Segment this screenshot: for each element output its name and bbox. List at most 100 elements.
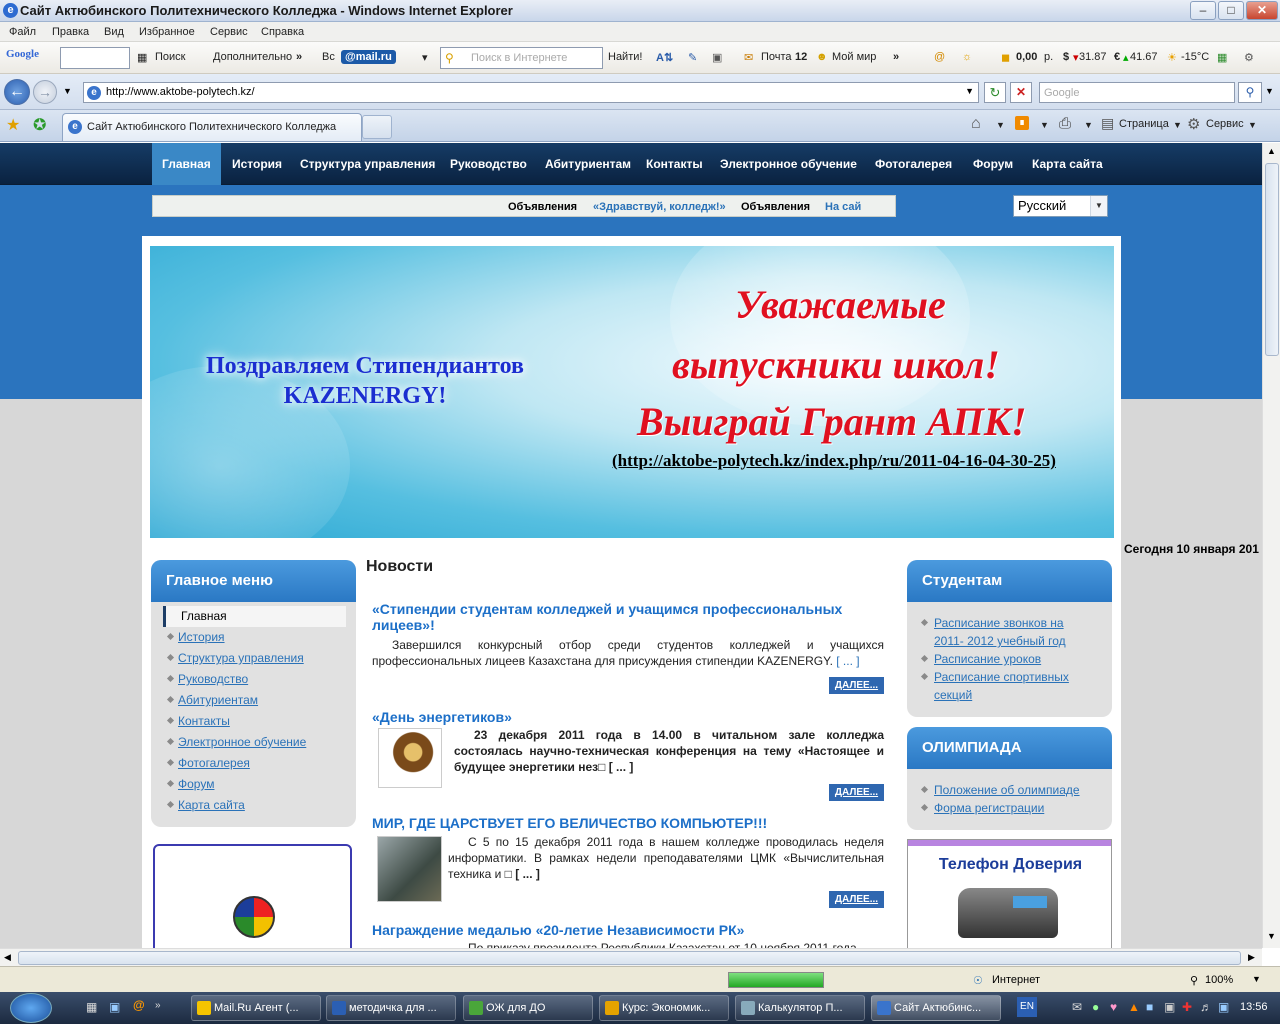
language-indicator[interactable]: EN [1017,997,1037,1017]
add-favorites-icon[interactable]: ✪ [33,115,46,135]
page-menu-button[interactable]: Страница [1119,118,1169,130]
internet-search-input[interactable]: ⚲ Поиск в Интернете [440,47,603,69]
scroll-down-icon[interactable]: ▼ [1267,931,1276,941]
scroll-left-icon[interactable]: ◀ [4,952,11,963]
print-icon[interactable]: ⎙ [1059,115,1071,132]
menu-item-elearning[interactable]: Электронное обучение [178,735,306,749]
menu-file[interactable]: Файл [9,26,36,38]
students-link-sports[interactable]: Расписание спортивных секций [934,668,1084,704]
myworld-button[interactable]: Мой мир [832,51,876,63]
nav-contacts[interactable]: Контакты [636,143,713,185]
chevron-right-icon[interactable]: » [893,51,899,63]
tab-current[interactable]: e Сайт Актюбинского Политехнического Кол… [62,113,362,141]
news-more-button[interactable]: ДАЛЕЕ... [829,891,884,908]
students-link-schedule[interactable]: Расписание уроков [934,650,1041,668]
olympiad-link-register[interactable]: Форма регистрации [934,799,1044,817]
chevron-down-icon[interactable]: ▼ [1252,974,1261,984]
volume-icon[interactable]: ♬ [1200,1000,1212,1014]
ticker-link[interactable]: На сай [825,201,861,213]
language-select[interactable]: Русский ▼ [1013,195,1108,217]
minimize-button[interactable]: – [1190,1,1216,20]
tray-icon[interactable]: ● [1092,1000,1099,1014]
settings-icon[interactable]: ⚙ [1244,51,1254,64]
menu-item-leadership[interactable]: Руководство [178,672,248,686]
tray-icon[interactable]: ■ [1146,1000,1153,1014]
map-icon[interactable]: ▦ [1217,51,1227,64]
google-search-field[interactable]: Google [1039,82,1235,103]
task-course[interactable]: Курс: Экономик... [599,995,729,1021]
ticker-link[interactable]: «Здравствуй, колледж!» [593,201,726,213]
menu-favorites[interactable]: Избранное [139,26,195,38]
new-tab-button[interactable] [362,115,392,139]
close-button[interactable]: ✕ [1246,1,1278,20]
menu-item-contacts[interactable]: Контакты [178,714,230,728]
chevron-down-icon[interactable]: ▼ [965,86,974,96]
chevron-down-icon[interactable]: ▾ [422,51,428,64]
news-title-1[interactable]: «Стипендии студентам колледжей и учащимс… [372,601,872,633]
news-thumb-classroom[interactable] [377,836,442,902]
vertical-scrollbar[interactable]: ▲ ▼ [1262,143,1280,948]
menu-item-structure[interactable]: Структура управления [178,651,304,665]
quicklaunch-icon[interactable]: ▣ [109,1000,120,1014]
vk-button[interactable]: Вс [322,51,335,63]
menu-item-sitemap[interactable]: Карта сайта [178,798,245,812]
mailagent-icon[interactable]: @ [133,998,145,1012]
find-button[interactable]: Найти! [608,51,642,63]
menu-tools[interactable]: Сервис [210,26,248,38]
nav-structure[interactable]: Структура управления [290,143,445,185]
chevron-down-icon[interactable]: ▼ [1173,120,1182,130]
news-more-button[interactable]: ДАЛЕЕ... [829,677,884,694]
zoom-level[interactable]: 100% [1205,974,1233,986]
nav-leadership[interactable]: Руководство [440,143,537,185]
maximize-button[interactable]: □ [1218,1,1244,20]
task-mailru-agent[interactable]: Mail.Ru Агент (... [191,995,321,1021]
feeds-icon[interactable]: ∎ [1015,116,1029,130]
menu-item-gallery[interactable]: Фотогалерея [178,756,250,770]
horizontal-scrollbar[interactable]: ◀ ▶ [0,948,1262,966]
nav-sitemap[interactable]: Карта сайта [1022,143,1113,185]
network-icon[interactable]: ▣ [1218,1000,1229,1014]
chevron-down-icon[interactable]: ▼ [1248,120,1257,130]
screenshot-icon[interactable]: ▣ [712,51,722,64]
show-desktop-icon[interactable]: ▦ [86,1000,97,1014]
back-button[interactable]: ← [4,79,30,105]
news-title-4[interactable]: Награждение медалью «20-летие Независимо… [372,922,744,938]
chevron-down-icon[interactable]: ▼ [1040,120,1049,130]
chevron-down-icon[interactable]: ▼ [1265,86,1274,96]
news-title-3[interactable]: МИР, ГДЕ ЦАРСТВУЕТ ЕГО ВЕЛИЧЕСТВО КОМПЬЮ… [372,815,767,831]
start-button[interactable] [10,993,52,1023]
news-title-2[interactable]: «День энергетиков» [372,709,512,725]
chevron-right-icon[interactable]: » [155,1000,161,1011]
students-link-bells[interactable]: Расписание звонков на 2011- 2012 учебный… [934,614,1084,650]
scroll-thumb[interactable] [1265,163,1279,356]
menu-item-forum[interactable]: Форум [178,777,214,791]
menu-edit[interactable]: Правка [52,26,89,38]
olympiad-link-rules[interactable]: Положение об олимпиаде [934,781,1080,799]
task-word-doc[interactable]: методичка для ... [326,995,456,1021]
nav-forum[interactable]: Форум [963,143,1023,185]
highlight-icon[interactable]: ✎ [688,51,697,64]
forward-button[interactable]: → [33,80,57,104]
tray-icon[interactable]: ▣ [1164,1000,1175,1014]
at-icon[interactable]: @ [934,51,945,63]
nav-history[interactable]: История [222,143,292,185]
task-folder[interactable]: ОЖ для ДО [463,995,593,1021]
search-icon[interactable]: ⚲ [1238,82,1262,103]
nav-gallery[interactable]: Фотогалерея [865,143,962,185]
scroll-up-icon[interactable]: ▲ [1267,146,1276,156]
font-size-icon[interactable]: A⇅ [656,51,673,64]
chevron-down-icon[interactable]: ▼ [1084,120,1093,130]
task-ie-site[interactable]: Сайт Актюбинс... [871,995,1001,1021]
menu-view[interactable]: Вид [104,26,124,38]
menu-item-active[interactable]: Главная [163,606,346,627]
news-more-link[interactable]: [ ... ] [836,654,859,668]
mail-label[interactable]: Почта [761,51,792,63]
rss-icon[interactable]: ☼ [962,51,972,63]
mailru-logo[interactable]: @mail.ru [341,50,396,64]
news-more-link[interactable]: [ ... ] [609,760,634,774]
college-emblem-icon[interactable] [233,896,275,938]
task-calculator[interactable]: Калькулятор П... [735,995,865,1021]
chevron-down-icon[interactable]: ▼ [996,120,1005,130]
nav-elearning[interactable]: Электронное обучение [710,143,867,185]
address-input[interactable]: e http://www.aktobe-polytech.kz/ ▼ [83,82,979,103]
